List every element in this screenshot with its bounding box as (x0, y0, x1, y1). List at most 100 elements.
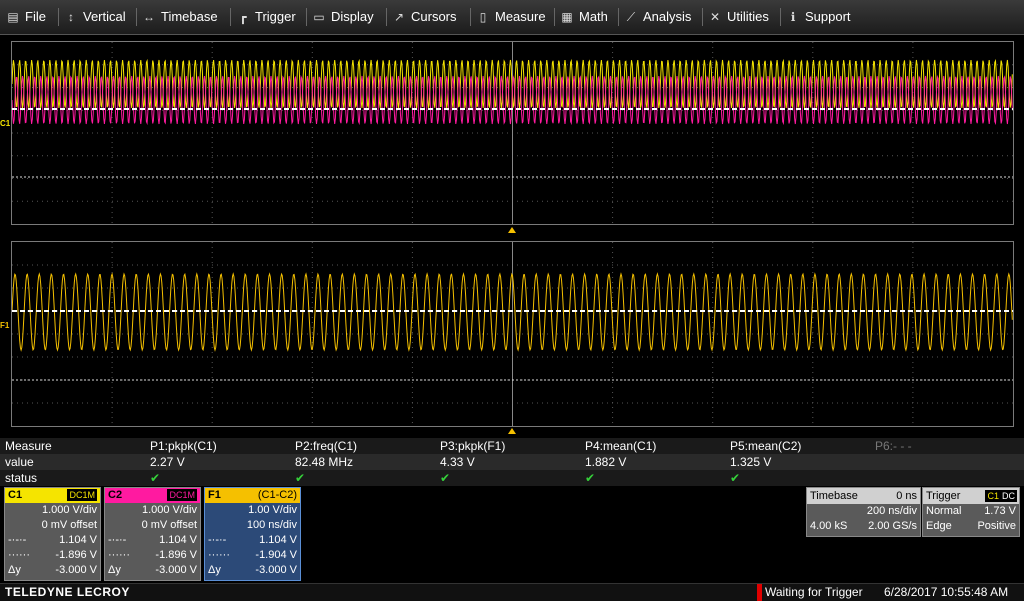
measure-row-label: Measure (5, 439, 52, 453)
lower-grid[interactable] (11, 241, 1014, 427)
measure-icon: ▯ (479, 10, 487, 24)
channel-name: C1 (8, 489, 23, 501)
menu-display[interactable]: ▭ Display (312, 0, 373, 34)
trigger-status-indicator (757, 584, 762, 601)
menu-math[interactable]: ▦ Math (560, 0, 608, 34)
cursor-dotted-icon: ······ (8, 549, 30, 561)
trigger-slope: Positive (977, 520, 1016, 532)
cursor-value-1: 1.104 V (159, 534, 197, 546)
channel-descriptor-f1[interactable]: F1 (C1-C2) 1.00 V/div 100 ns/div -·-·- 1.1… (204, 487, 301, 581)
timebase-icon: ↔ (143, 10, 155, 24)
measure-value-row: value 2.27 V 82.48 MHz 4.33 V 1.882 V 1.… (0, 454, 1024, 470)
vdiv: 1.00 V/div (248, 504, 297, 516)
lower-grid-canvas (12, 242, 1013, 426)
vertical-icon: ↕ (68, 10, 74, 24)
upper-grid-canvas (12, 42, 1013, 224)
status-bar: TELEDYNE LECROY Waiting for Trigger 6/28… (0, 583, 1024, 601)
delta-value: -3.000 V (55, 564, 97, 576)
math-icon: ▦ (561, 10, 573, 24)
measure-table[interactable]: Measure P1:pkpk(C1) P2:freq(C1) P3:pkpk(… (0, 438, 1024, 486)
status-row-label: status (5, 471, 38, 485)
delta-label: Δy (108, 564, 121, 576)
coupling-badge: DC1M (67, 489, 97, 501)
trigger-level: 1.73 V (984, 505, 1016, 517)
menu-bar: ▤ File ↕ Vertical ↔ Timebase ┏ Trigger ▭ Disp… (0, 0, 1024, 35)
check-icon: ✔ (730, 471, 741, 485)
support-icon: ℹ (790, 10, 796, 24)
menu-support[interactable]: ℹ Support (786, 0, 851, 34)
cursor-dotted-icon: ······ (208, 549, 230, 561)
menu-analysis[interactable]: ⟋ Analysis (624, 0, 692, 34)
trigger-label: Trigger (926, 490, 961, 502)
cursor-dotted-icon: ······ (108, 549, 130, 561)
brand-logo: TELEDYNE LECROY (5, 585, 130, 599)
param-value-p3: 4.33 V (440, 455, 475, 469)
trigger-mode: Normal (926, 505, 962, 517)
offset: 0 mV offset (41, 519, 97, 531)
timebase-delay: 0 ns (896, 490, 917, 502)
menu-cursors[interactable]: ↗ Cursors (392, 0, 457, 34)
trigger-type: Edge (926, 520, 952, 532)
offset: 0 mV offset (141, 519, 197, 531)
param-name-p4[interactable]: P4:mean(C1) (585, 438, 656, 454)
c1-ground-marker[interactable]: C1 (0, 119, 10, 128)
menu-vertical[interactable]: ↕ Vertical (64, 0, 126, 34)
channel-descriptor-c1[interactable]: C1 DC1M 1.000 V/div 0 mV offset -·-·- 1.10… (4, 487, 101, 581)
measure-status-row: status ✔ ✔ ✔ ✔ ✔ (0, 470, 1024, 486)
delta-label: Δy (208, 564, 221, 576)
cursors-icon: ↗ (393, 10, 405, 24)
trigger-icon: ┏ (239, 10, 247, 24)
coupling-badge: DC1M (167, 489, 197, 501)
channel-name: F1 (208, 489, 221, 501)
param-name-p1[interactable]: P1:pkpk(C1) (150, 438, 217, 454)
f1-ground-marker[interactable]: F1 (0, 321, 9, 330)
trigger-position-marker-upper[interactable] (508, 227, 516, 233)
param-value-p4: 1.882 V (585, 455, 627, 469)
param-value-p1: 2.27 V (150, 455, 185, 469)
datetime: 6/28/2017 10:55:48 AM (884, 585, 1009, 599)
menu-file[interactable]: ▤ File (6, 0, 46, 34)
cursor-value-2: -1.896 V (155, 549, 197, 561)
measure-header-row: Measure P1:pkpk(C1) P2:freq(C1) P3:pkpk(… (0, 438, 1024, 454)
utilities-icon: ✕ (709, 10, 721, 24)
math-definition: (C1-C2) (257, 489, 297, 501)
delta-value: -3.000 V (155, 564, 197, 576)
channel-name: C2 (108, 489, 123, 501)
trigger-coupling-badge: DC (1000, 490, 1017, 502)
param-name-p2[interactable]: P2:freq(C1) (295, 438, 357, 454)
timebase-descriptor[interactable]: Timebase 0 ns 200 ns/div 4.00 kS 2.00 GS/s (806, 487, 921, 537)
check-icon: ✔ (440, 471, 451, 485)
timebase-samples: 4.00 kS (810, 520, 848, 532)
vdiv: 1.000 V/div (141, 504, 197, 516)
trigger-position-marker-lower[interactable] (508, 428, 516, 434)
check-icon: ✔ (585, 471, 596, 485)
cursor-value-1: 1.104 V (259, 534, 297, 546)
timebase-rate: 2.00 GS/s (868, 520, 917, 532)
delta-value: -3.000 V (255, 564, 297, 576)
analysis-icon: ⟋ (626, 10, 636, 24)
upper-grid[interactable] (11, 41, 1014, 225)
cursor-dashdot-icon: -·-·- (8, 534, 27, 546)
param-name-p3[interactable]: P3:pkpk(F1) (440, 438, 505, 454)
trigger-status-message: Waiting for Trigger (765, 585, 863, 599)
cursor-value-2: -1.896 V (55, 549, 97, 561)
vdiv: 1.000 V/div (41, 504, 97, 516)
cursor-dashdot-icon: -·-·- (208, 534, 227, 546)
menu-timebase[interactable]: ↔ Timebase (142, 0, 218, 34)
timebase-tdiv: 200 ns/div (866, 505, 917, 517)
timebase-label: Timebase (810, 490, 858, 502)
menu-trigger[interactable]: ┏ Trigger (236, 0, 295, 34)
menu-utilities[interactable]: ✕ Utilities (708, 0, 769, 34)
check-icon: ✔ (295, 471, 306, 485)
cursor-dashdot-icon: -·-·- (108, 534, 127, 546)
trigger-descriptor[interactable]: Trigger C1 DC Normal 1.73 V Edge Positive (922, 487, 1020, 537)
param-name-p6[interactable]: P6:- - - (875, 438, 912, 454)
hdiv: 100 ns/div (246, 519, 297, 531)
delta-label: Δy (8, 564, 21, 576)
trigger-source-badge: C1 (985, 490, 1001, 502)
channel-descriptor-c2[interactable]: C2 DC1M 1.000 V/div 0 mV offset -·-·- 1.10… (104, 487, 201, 581)
param-value-p2: 82.48 MHz (295, 455, 354, 469)
display-icon: ▭ (313, 10, 325, 24)
param-name-p5[interactable]: P5:mean(C2) (730, 438, 801, 454)
menu-measure[interactable]: ▯ Measure (476, 0, 546, 34)
